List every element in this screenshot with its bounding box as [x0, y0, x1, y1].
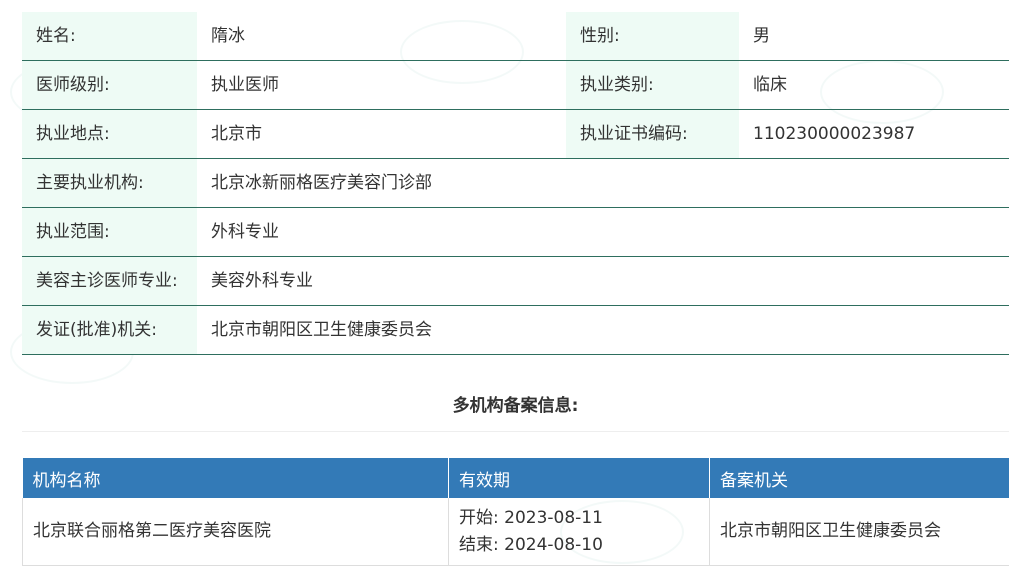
- name-value: 隋冰: [197, 12, 566, 61]
- practice-category-label: 执业类别:: [566, 60, 739, 110]
- practice-scope-value: 外科专业: [197, 207, 1009, 257]
- certificate-code-label: 执业证书编码:: [566, 109, 739, 159]
- profile-row-institution: 主要执业机构: 北京冰新丽格医疗美容门诊部: [22, 158, 1009, 208]
- column-header-validity: 有效期: [448, 458, 710, 498]
- profile-row-authority: 发证(批准)机关: 北京市朝阳区卫生健康委员会: [22, 305, 1009, 355]
- issuing-authority-label: 发证(批准)机关:: [22, 305, 197, 355]
- multi-org-header-row: 机构名称 有效期 备案机关: [22, 458, 1009, 498]
- profile-row-level: 医师级别: 执业医师 执业类别: 临床: [22, 60, 1009, 110]
- practice-category-value: 临床: [739, 60, 1009, 110]
- doctor-info-page: 姓名: 隋冰 性别: 男 医师级别: 执业医师 执业类别: 临床 执业地点: 北…: [0, 0, 1009, 572]
- cosmetic-specialty-label: 美容主诊医师专业:: [22, 256, 197, 306]
- validity-end: 结束: 2024-08-10: [459, 534, 603, 555]
- multi-org-table: 机构名称 有效期 备案机关 北京联合丽格第二医疗美容医院 开始: 2023-08…: [22, 458, 1009, 566]
- certificate-code-value: 110230000023987: [739, 109, 1009, 159]
- doctor-profile-table: 姓名: 隋冰 性别: 男 医师级别: 执业医师 执业类别: 临床 执业地点: 北…: [22, 12, 1009, 355]
- table-row: 北京联合丽格第二医疗美容医院 开始: 2023-08-11 结束: 2024-0…: [22, 498, 1009, 566]
- doctor-level-label: 医师级别:: [22, 60, 197, 110]
- column-header-authority: 备案机关: [709, 458, 1009, 498]
- practice-scope-label: 执业范围:: [22, 207, 197, 257]
- gender-value: 男: [739, 12, 1009, 61]
- profile-row-location: 执业地点: 北京市 执业证书编码: 110230000023987: [22, 109, 1009, 159]
- cosmetic-specialty-value: 美容外科专业: [197, 256, 1009, 306]
- main-institution-label: 主要执业机构:: [22, 158, 197, 208]
- gender-label: 性别:: [566, 12, 739, 61]
- validity-cell: 开始: 2023-08-11 结束: 2024-08-10: [448, 498, 710, 566]
- name-label: 姓名:: [22, 12, 197, 61]
- column-header-org-name: 机构名称: [22, 458, 449, 498]
- validity-start: 开始: 2023-08-11: [459, 507, 603, 528]
- practice-location-label: 执业地点:: [22, 109, 197, 159]
- profile-row-scope: 执业范围: 外科专业: [22, 207, 1009, 257]
- multi-org-title: 多机构备案信息:: [22, 381, 1009, 432]
- profile-row-specialty: 美容主诊医师专业: 美容外科专业: [22, 256, 1009, 306]
- issuing-authority-value: 北京市朝阳区卫生健康委员会: [197, 305, 1009, 355]
- doctor-level-value: 执业医师: [197, 60, 566, 110]
- main-institution-value: 北京冰新丽格医疗美容门诊部: [197, 158, 1009, 208]
- org-name-cell: 北京联合丽格第二医疗美容医院: [22, 498, 449, 566]
- practice-location-value: 北京市: [197, 109, 566, 159]
- authority-cell: 北京市朝阳区卫生健康委员会: [709, 498, 1009, 566]
- profile-row-name: 姓名: 隋冰 性别: 男: [22, 12, 1009, 61]
